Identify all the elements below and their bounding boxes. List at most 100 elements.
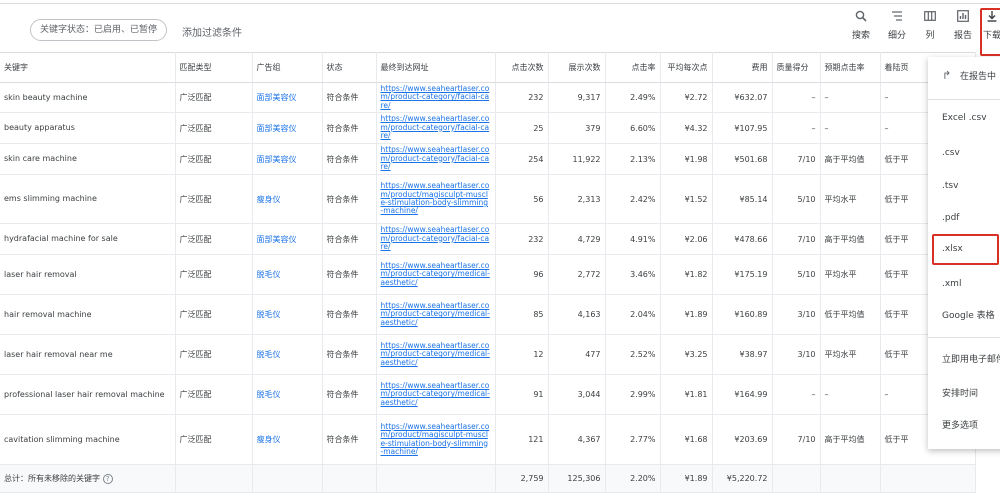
final-url-link[interactable]: https://www.seaheartlaser.com/product/ma… (376, 174, 496, 224)
table-row: hair removal machine 广泛匹配 脱毛仪 符合条件 https… (0, 294, 976, 335)
expected-ctr-cell: 低于平均值 (820, 294, 881, 335)
menu-item-more-options[interactable]: 更多选项 (928, 411, 1000, 441)
ctr-cell: 2.77% (605, 414, 661, 465)
keyword-cell[interactable]: professional laser hair removal machine (0, 374, 176, 415)
avg-cpc-cell: ¥4.32 (660, 112, 713, 144)
match-type-cell[interactable]: 广泛匹配 (175, 254, 253, 295)
ad-group-link[interactable]: 脱毛仪 (252, 254, 323, 295)
column-header-match-type[interactable]: 匹配类型 (175, 52, 253, 83)
total-empty-cell (252, 464, 323, 493)
match-type-cell[interactable]: 广泛匹配 (175, 174, 253, 224)
column-header-keyword[interactable]: 关键字 (0, 52, 176, 83)
column-header-impressions[interactable]: 展示次数 (548, 52, 606, 83)
column-header-clicks[interactable]: 点击次数 (495, 52, 549, 83)
table-body: skin beauty machine 广泛匹配 面部美容仪 符合条件 http… (0, 82, 976, 493)
column-header-quality-score[interactable]: 质量得分 (772, 52, 821, 83)
ad-group-link[interactable]: 脱毛仪 (252, 294, 323, 335)
keyword-cell[interactable]: hydrafacial machine for sale (0, 223, 176, 255)
cost-cell: ¥160.89 (712, 294, 773, 335)
menu-item-excel-csv[interactable]: Excel .csv (928, 103, 1000, 133)
ctr-cell: 2.49% (605, 82, 661, 113)
impressions-cell: 2,313 (548, 174, 606, 224)
total-ctr-cell: 2.20% (605, 464, 661, 493)
quality-score-cell: 3/10 (772, 294, 821, 335)
keyword-cell[interactable]: skin beauty machine (0, 82, 176, 113)
impressions-cell: 11,922 (548, 143, 606, 175)
menu-divider (928, 99, 1000, 100)
menu-divider (928, 337, 1000, 338)
ad-group-link[interactable]: 瘦身仪 (252, 174, 323, 224)
segment-icon (880, 8, 914, 30)
final-url-link[interactable]: https://www.seaheartlaser.com/product/ma… (376, 414, 496, 465)
final-url-link[interactable]: https://www.seaheartlaser.com/product-ca… (376, 294, 496, 335)
ad-group-link[interactable]: 面部美容仪 (252, 82, 323, 113)
final-url-link[interactable]: https://www.seaheartlaser.com/product-ca… (376, 254, 496, 295)
ctr-cell: 2.04% (605, 294, 661, 335)
keyword-cell[interactable]: hair removal machine (0, 294, 176, 335)
column-header-ad-group[interactable]: 广告组 (252, 52, 323, 83)
columns-tool-button[interactable]: 列 (913, 8, 947, 48)
column-header-cost[interactable]: 费用 (712, 52, 773, 83)
final-url-link[interactable]: https://www.seaheartlaser.com/product-ca… (376, 112, 496, 144)
column-header-ctr[interactable]: 点击率 (605, 52, 661, 83)
status-cell: 符合条件 (322, 112, 377, 144)
ad-group-link[interactable]: 脱毛仪 (252, 374, 323, 415)
search-tool-button[interactable]: 搜索 (844, 8, 878, 48)
ad-group-link[interactable]: 面部美容仪 (252, 112, 323, 144)
keyword-status-filter-chip[interactable]: 关键字状态：已启用、已暂停 (30, 19, 168, 41)
clicks-cell: 12 (495, 334, 549, 375)
expected-ctr-cell: 高于平均值 (820, 414, 881, 465)
column-header-avg-cpc[interactable]: 平均每次点 (660, 52, 713, 83)
menu-item-email-now[interactable]: 立即用电子邮件 (928, 345, 1000, 375)
ad-group-link[interactable]: 面部美容仪 (252, 143, 323, 175)
menu-item-share-report[interactable]: ↱ 在报告中 (928, 61, 1000, 91)
match-type-cell[interactable]: 广泛匹配 (175, 294, 253, 335)
final-url-link[interactable]: https://www.seaheartlaser.com/product-ca… (376, 374, 496, 415)
match-type-cell[interactable]: 广泛匹配 (175, 112, 253, 144)
keyword-cell[interactable]: ems slimming machine (0, 174, 176, 224)
top-divider (0, 3, 1000, 4)
final-url-link[interactable]: https://www.seaheartlaser.com/product-ca… (376, 334, 496, 375)
column-header-status[interactable]: 状态 (322, 52, 377, 83)
menu-item-xml[interactable]: .xml (928, 269, 1000, 299)
match-type-cell[interactable]: 广泛匹配 (175, 143, 253, 175)
match-type-cell[interactable]: 广泛匹配 (175, 414, 253, 465)
final-url-link[interactable]: https://www.seaheartlaser.com/product-ca… (376, 82, 496, 113)
ad-group-link[interactable]: 瘦身仪 (252, 414, 323, 465)
keyword-cell[interactable]: skin care machine (0, 143, 176, 175)
menu-item-tsv[interactable]: .tsv (928, 171, 1000, 201)
total-label-cell: 总计：所有未移除的关键字 ? (0, 464, 176, 493)
column-header-expected-ctr[interactable]: 预期点击率 (820, 52, 881, 83)
add-filter-button[interactable]: 添加过滤条件 (182, 24, 242, 39)
menu-item-schedule[interactable]: 安排时间 (928, 379, 1000, 409)
quality-score-cell: 5/10 (772, 254, 821, 295)
match-type-cell[interactable]: 广泛匹配 (175, 223, 253, 255)
table-row: beauty apparatus 广泛匹配 面部美容仪 符合条件 https:/… (0, 112, 976, 144)
keyword-cell[interactable]: beauty apparatus (0, 112, 176, 144)
match-type-cell[interactable]: 广泛匹配 (175, 334, 253, 375)
ad-group-link[interactable]: 面部美容仪 (252, 223, 323, 255)
menu-item-pdf[interactable]: .pdf (928, 203, 1000, 233)
columns-label: 列 (925, 31, 935, 41)
keyword-cell[interactable]: cavitation slimming machine (0, 414, 176, 465)
help-icon[interactable]: ? (102, 473, 113, 484)
impressions-cell: 9,317 (548, 82, 606, 113)
final-url-link[interactable]: https://www.seaheartlaser.com/product-ca… (376, 143, 496, 175)
segment-tool-button[interactable]: 细分 (880, 8, 914, 48)
match-type-cell[interactable]: 广泛匹配 (175, 374, 253, 415)
clicks-cell: 25 (495, 112, 549, 144)
keyword-cell[interactable]: laser hair removal (0, 254, 176, 295)
column-header-final-url[interactable]: 最终到达网址 (376, 52, 496, 83)
ad-group-link[interactable]: 脱毛仪 (252, 334, 323, 375)
menu-item-csv[interactable]: .csv (928, 138, 1000, 168)
menu-item-google-sheets[interactable]: Google 表格 (928, 301, 1000, 331)
reports-tool-button[interactable]: 报告 (946, 8, 980, 48)
final-url-link[interactable]: https://www.seaheartlaser.com/product-ca… (376, 223, 496, 255)
impressions-cell: 477 (548, 334, 606, 375)
impressions-cell: 4,729 (548, 223, 606, 255)
match-type-cell[interactable]: 广泛匹配 (175, 82, 253, 113)
clicks-cell: 232 (495, 82, 549, 113)
total-empty-cell (880, 464, 976, 493)
clicks-cell: 96 (495, 254, 549, 295)
keyword-cell[interactable]: laser hair removal near me (0, 334, 176, 375)
